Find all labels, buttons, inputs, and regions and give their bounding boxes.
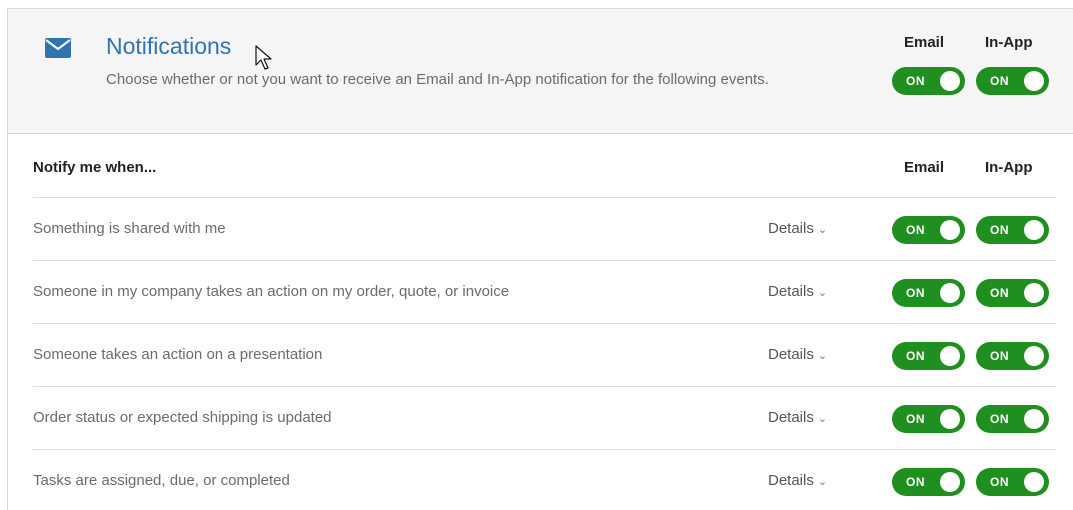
toggle-knob [940, 409, 960, 429]
row-label: Something is shared with me [33, 220, 226, 237]
email-toggle[interactable]: ON [892, 279, 965, 307]
table-row: Order status or expected shipping is upd… [33, 386, 1056, 449]
column-email-label: Email [904, 159, 945, 176]
column-inapp-label: In-App [985, 159, 1033, 176]
inapp-toggle[interactable]: ON [976, 342, 1049, 370]
toggle-knob [1024, 409, 1044, 429]
row-label: Someone takes an action on a presentatio… [33, 346, 323, 363]
email-toggle[interactable]: ON [892, 342, 965, 370]
page-description: Choose whether or not you want to receiv… [106, 71, 769, 88]
row-label: Someone in my company takes an action on… [33, 283, 510, 300]
notifications-panel: Notifications Choose whether or not you … [7, 8, 1073, 510]
inapp-toggle[interactable]: ON [976, 468, 1049, 496]
page-title: Notifications [106, 33, 232, 59]
row-label: Tasks are assigned, due, or completed [33, 472, 290, 489]
details-button[interactable]: Details ⌄ [768, 346, 827, 363]
email-toggle[interactable]: ON [892, 405, 965, 433]
chevron-down-icon: ⌄ [817, 413, 828, 425]
inapp-toggle[interactable]: ON [976, 405, 1049, 433]
mail-icon [45, 38, 71, 58]
toggle-knob [940, 346, 960, 366]
row-label: Order status or expected shipping is upd… [33, 409, 332, 426]
table-row: Someone takes an action on a presentatio… [33, 323, 1056, 386]
notifications-header: Notifications Choose whether or not you … [8, 9, 1073, 134]
table-row: Something is shared with me Details ⌄ ON … [33, 197, 1056, 260]
inapp-master-toggle[interactable]: ON [976, 67, 1049, 95]
toggle-knob [1024, 472, 1044, 492]
toggle-label: ON [990, 223, 1009, 237]
toggle-label: ON [990, 74, 1009, 88]
toggle-label: ON [990, 475, 1009, 489]
notify-heading: Notify me when... [33, 159, 157, 176]
email-toggle[interactable]: ON [892, 216, 965, 244]
toggle-knob [940, 220, 960, 240]
chevron-down-icon: ⌄ [817, 287, 828, 299]
toggle-knob [1024, 283, 1044, 303]
table-row: Tasks are assigned, due, or completed De… [33, 449, 1056, 510]
toggle-label: ON [990, 412, 1009, 426]
toggle-label: ON [990, 349, 1009, 363]
toggle-knob [940, 472, 960, 492]
toggle-label: ON [906, 475, 925, 489]
chevron-down-icon: ⌄ [817, 224, 828, 236]
toggle-label: ON [906, 286, 925, 300]
toggle-knob [940, 71, 960, 91]
inapp-toggle[interactable]: ON [976, 216, 1049, 244]
toggle-label: ON [906, 74, 925, 88]
details-button[interactable]: Details ⌄ [768, 409, 827, 426]
chevron-down-icon: ⌄ [817, 476, 828, 488]
email-master-toggle[interactable]: ON [892, 67, 965, 95]
inapp-toggle[interactable]: ON [976, 279, 1049, 307]
toggle-knob [1024, 346, 1044, 366]
toggle-label: ON [906, 412, 925, 426]
details-button[interactable]: Details ⌄ [768, 472, 827, 489]
toggle-knob [1024, 71, 1044, 91]
table-row: Someone in my company takes an action on… [33, 260, 1056, 323]
toggle-label: ON [990, 286, 1009, 300]
toggle-label: ON [906, 223, 925, 237]
toggle-knob [940, 283, 960, 303]
chevron-down-icon: ⌄ [817, 350, 828, 362]
toggle-label: ON [906, 349, 925, 363]
header-email-label: Email [904, 34, 945, 51]
details-button[interactable]: Details ⌄ [768, 283, 827, 300]
cursor-icon [255, 45, 272, 70]
toggle-knob [1024, 220, 1044, 240]
email-toggle[interactable]: ON [892, 468, 965, 496]
details-button[interactable]: Details ⌄ [768, 220, 827, 237]
header-inapp-label: In-App [985, 34, 1033, 51]
